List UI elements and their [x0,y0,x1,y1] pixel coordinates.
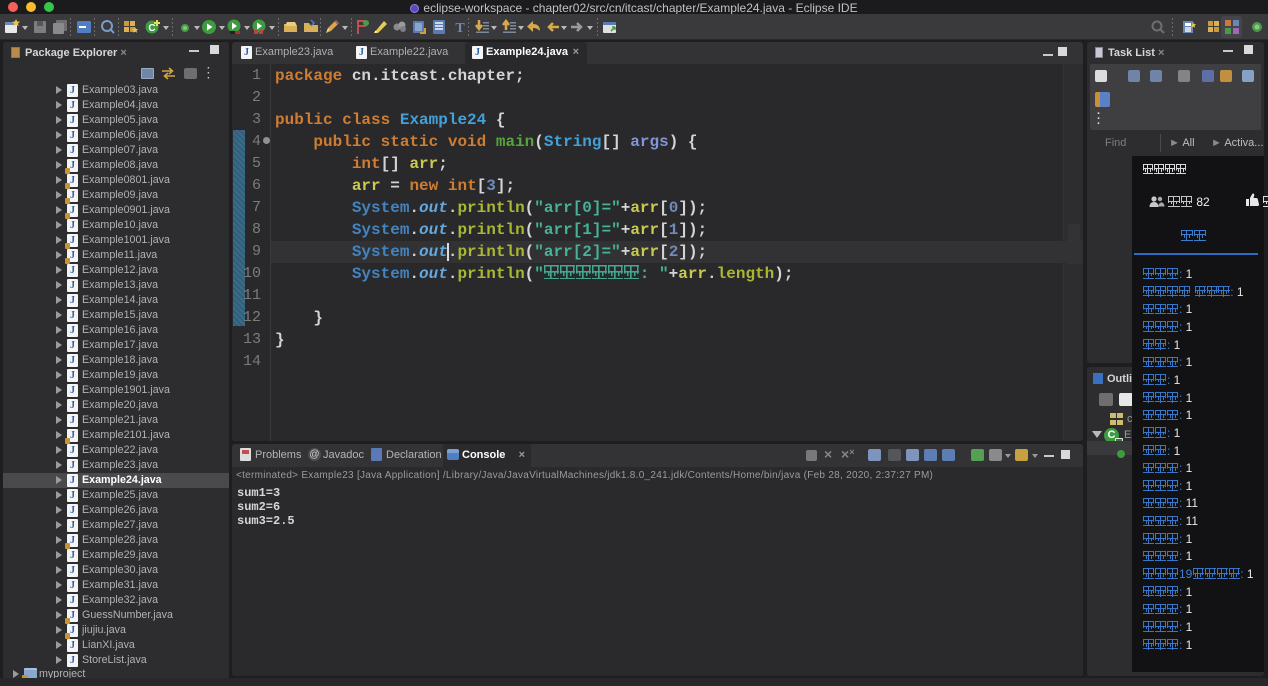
svg-text:T: T [455,21,465,35]
svg-text:C: C [148,23,155,34]
